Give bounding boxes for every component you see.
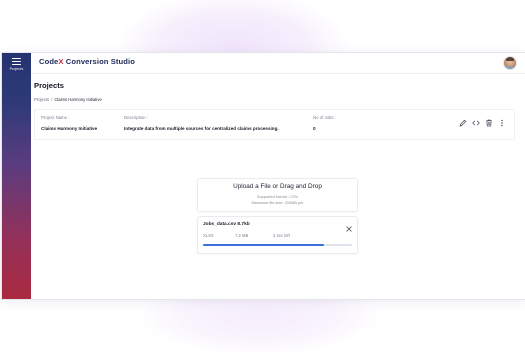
jobs-count: 0 (313, 126, 316, 131)
project-name-label: Project Name : (41, 115, 70, 120)
upload-title: Upload a File or Drag and Drop (233, 183, 322, 190)
file-size: 7.2 MB (235, 233, 249, 238)
app-title: CodeX Conversion Studio (39, 57, 135, 66)
project-actions (459, 119, 506, 127)
breadcrumb: Projects / Claims Harmony Initiative (34, 97, 102, 102)
file-type: XLSX (203, 233, 214, 238)
upload-progress-fill (203, 244, 324, 246)
project-description: Integrate data from multiple sources for… (124, 126, 279, 131)
breadcrumb-current: Claims Harmony Initiative (54, 97, 102, 102)
more-vertical-icon[interactable] (498, 119, 506, 127)
sidebar: Projects (2, 53, 31, 299)
upload-supported-format: Supported format : CSV (256, 194, 299, 199)
projects-menu-label: Projects (9, 66, 24, 71)
project-name: Claims Harmony Initiative (41, 126, 98, 131)
upload-dropzone[interactable]: Upload a File or Drag and Drop Supported… (197, 178, 358, 212)
project-card: Project Name : Claims Harmony Initiative… (34, 109, 515, 140)
page-title: Projects (34, 81, 64, 90)
upload-progress-track (203, 244, 352, 246)
pencil-icon[interactable] (459, 119, 467, 127)
brand-suffix: Conversion Studio (63, 57, 135, 66)
file-name: Jobs_data.csv 8.7kb (203, 222, 250, 227)
code-icon[interactable] (472, 119, 480, 127)
close-icon[interactable] (345, 220, 353, 232)
list-icon (12, 58, 21, 65)
projects-menu-button[interactable]: Projects (8, 57, 25, 75)
app-window: Projects CodeX Conversion Studio (1, 52, 525, 300)
breadcrumb-root[interactable]: Projects (34, 97, 49, 102)
breadcrumb-separator: / (51, 97, 53, 102)
avatar[interactable] (503, 56, 517, 70)
top-bar: CodeX Conversion Studio (31, 53, 525, 74)
file-time-left: 3 sec left (273, 233, 290, 238)
trash-icon[interactable] (485, 119, 493, 127)
file-upload-item: Jobs_data.csv 8.7kb XLSX 7.2 MB 3 sec le… (197, 216, 358, 254)
brand-prefix: Code (39, 57, 59, 66)
jobs-count-label: No of Jobs : (313, 115, 336, 120)
upload-max-size: Maximum file size: 200MB per (251, 200, 304, 205)
project-description-label: Description : (124, 115, 148, 120)
